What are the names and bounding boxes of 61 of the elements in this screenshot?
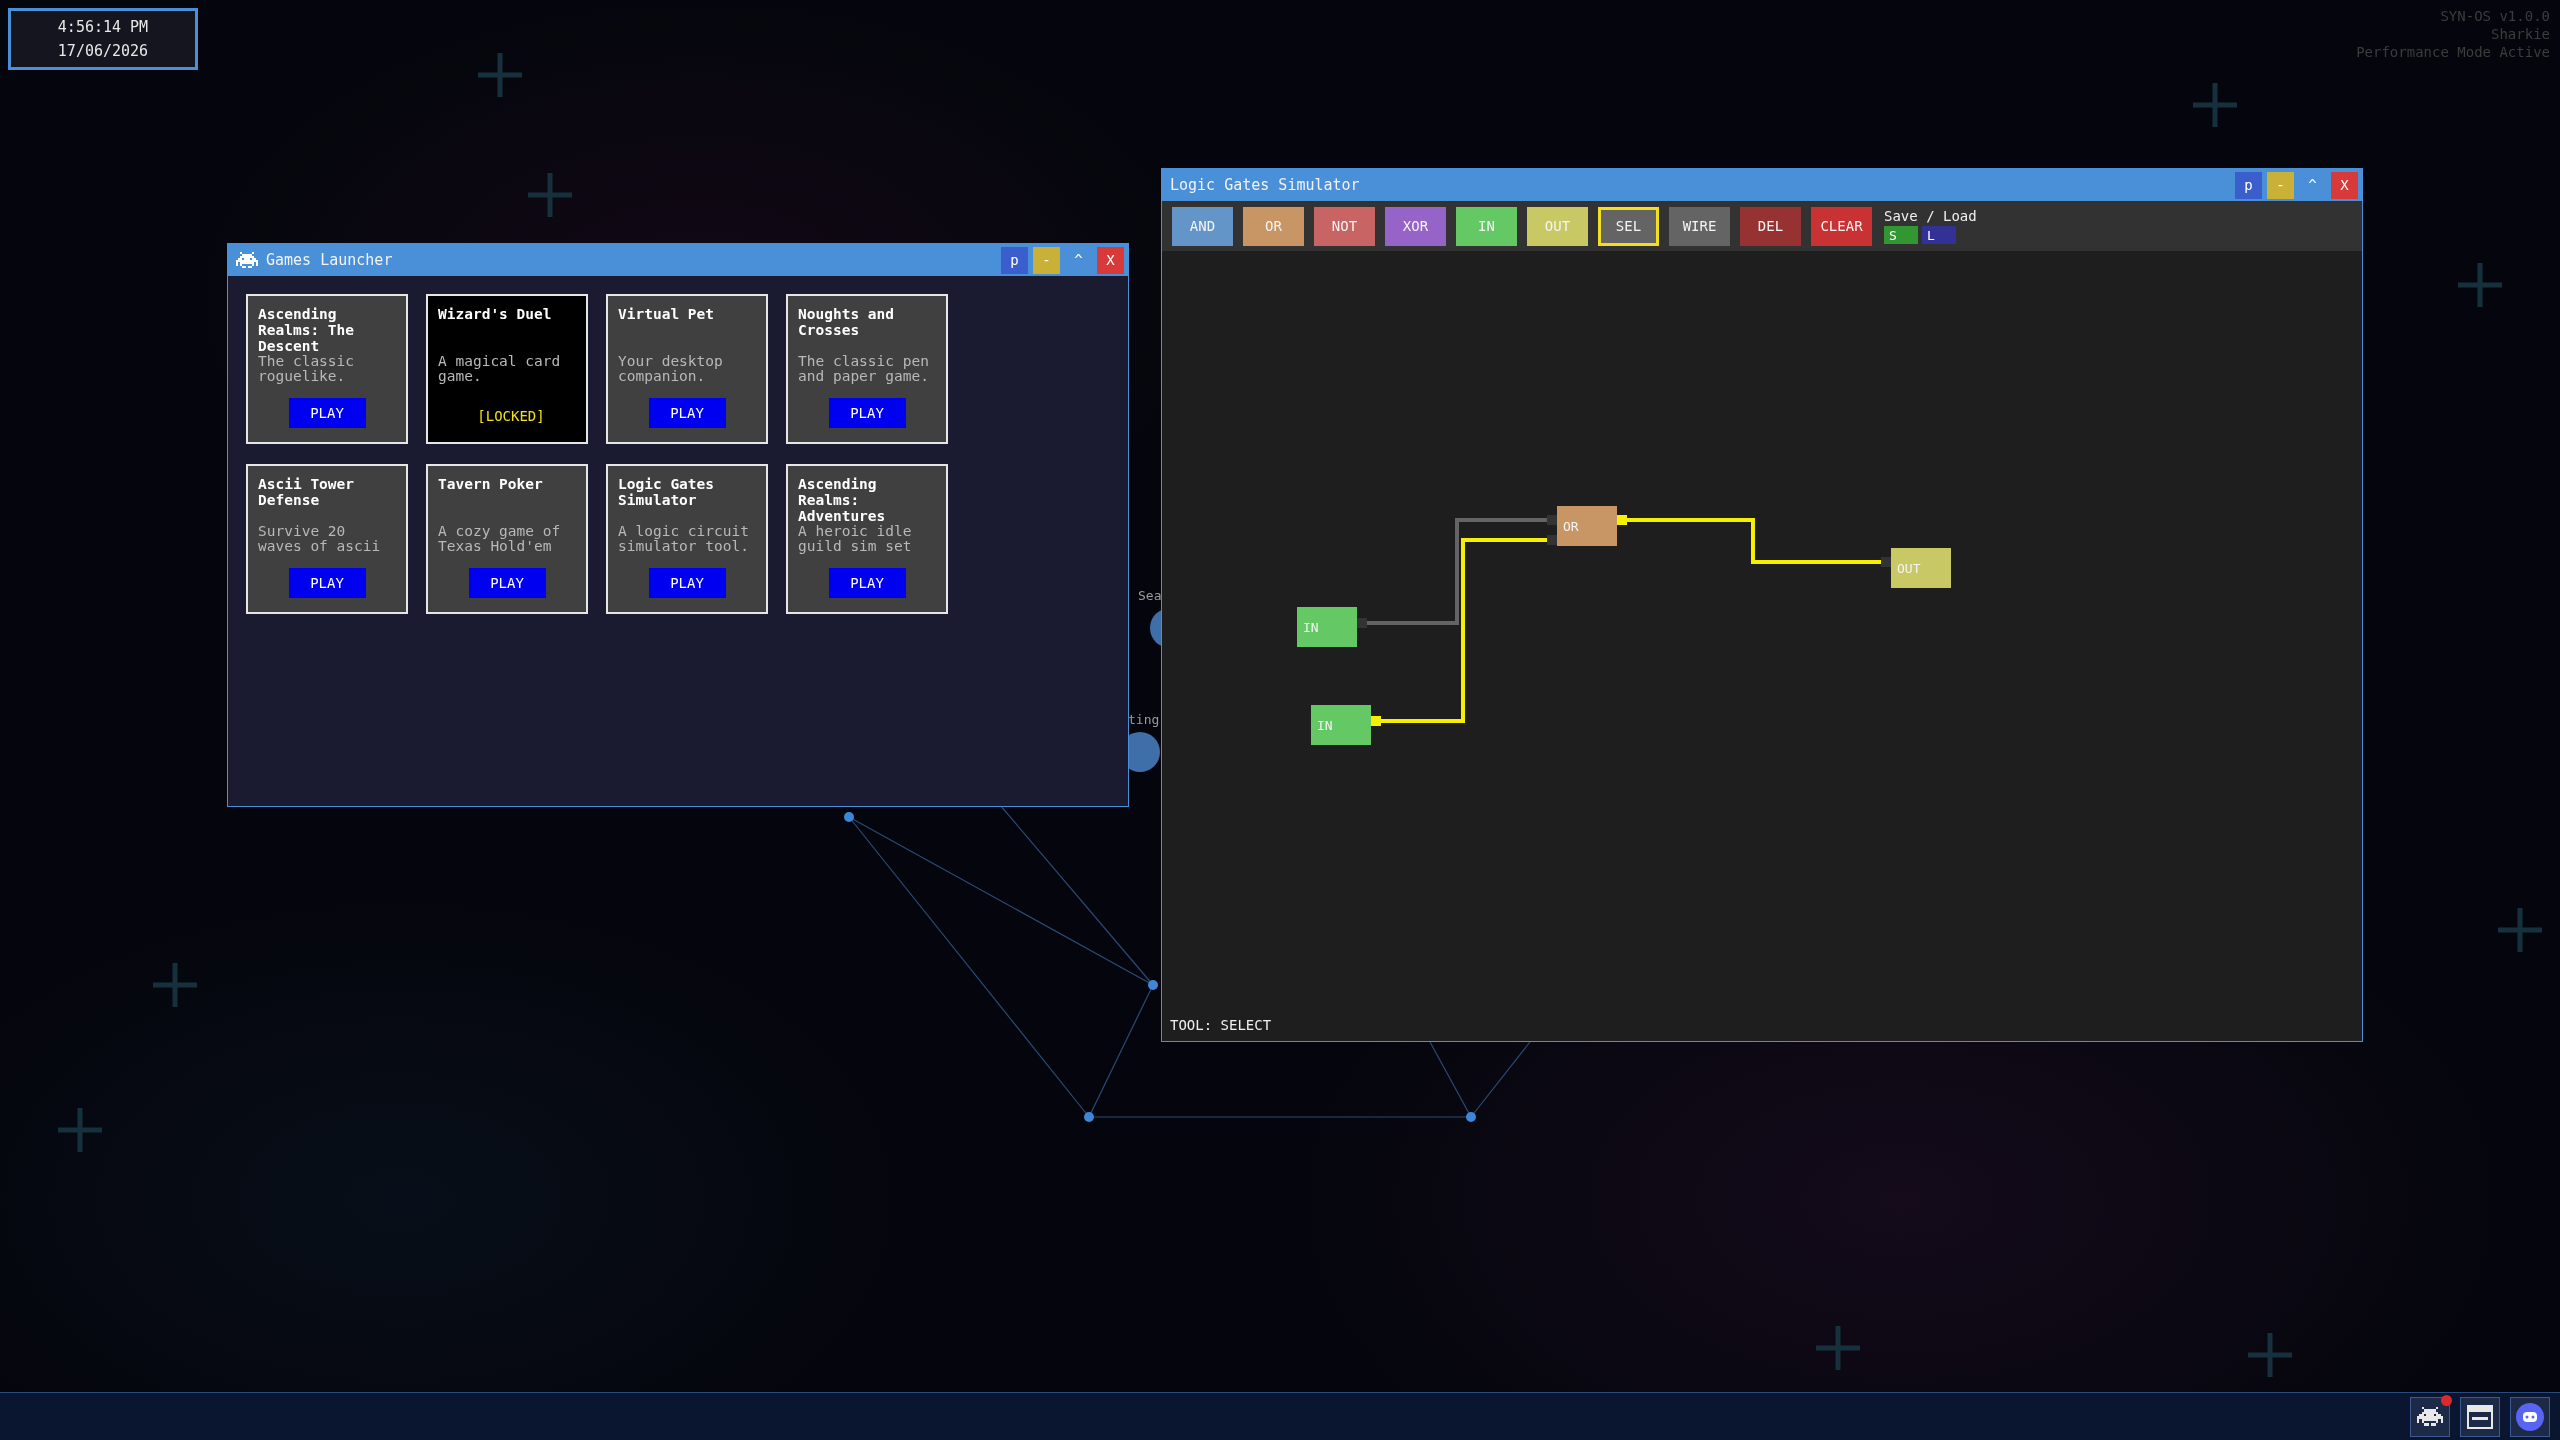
window-control-button[interactable]: X: [2331, 171, 2358, 199]
game-title: Logic Gates Simulator: [618, 476, 716, 510]
clock-time: 4:56:14 PM: [57, 18, 149, 36]
play-button[interactable]: PLAY: [288, 568, 366, 598]
window-control-button[interactable]: p: [1001, 246, 1028, 274]
locked-label: [LOCKED]: [477, 408, 545, 424]
desktop-icon-label[interactable]: Sea: [1138, 588, 1162, 603]
tool-button[interactable]: XOR: [1385, 206, 1446, 246]
tool-button[interactable]: OR: [1243, 206, 1304, 246]
tool-status: TOOL: SELECT: [1170, 1017, 1272, 1033]
game-title: Ascending Realms: Adventures: [798, 476, 887, 524]
input-pin[interactable]: [1547, 515, 1557, 525]
game-title: Ascii Tower Defense: [258, 476, 356, 510]
game-title: Noughts and Crosses: [798, 306, 896, 340]
save-load-label: Save / Load: [1884, 208, 1977, 224]
tool-button[interactable]: DEL: [1740, 206, 1801, 246]
tool-button[interactable]: SEL: [1598, 206, 1659, 246]
load-button[interactable]: L: [1922, 226, 1956, 244]
output-pin[interactable]: [1371, 716, 1381, 726]
notification-badge: [2441, 1394, 2452, 1406]
tool-button[interactable]: WIRE: [1669, 206, 1730, 246]
play-button[interactable]: PLAY: [828, 568, 906, 598]
chat-bubble-icon: [2515, 1401, 2545, 1432]
game-title: Wizard's Duel: [438, 306, 553, 324]
game-title: Ascending Realms: The Descent: [258, 306, 356, 354]
invader-icon: [2417, 1406, 2443, 1427]
play-button[interactable]: PLAY: [828, 398, 906, 428]
play-button[interactable]: PLAY: [288, 398, 366, 428]
game-description: A magical card game.: [438, 354, 562, 386]
input-pin[interactable]: [1881, 557, 1891, 567]
output-pin[interactable]: [1617, 515, 1627, 525]
desktop-icon-label[interactable]: ting: [1128, 712, 1160, 727]
game-description: A cozy game of Texas Hold'em: [438, 524, 562, 556]
window-title: Logic Gates Simulator: [1170, 176, 1361, 194]
input-pin[interactable]: [1547, 535, 1557, 545]
tool-button[interactable]: CLEAR: [1811, 206, 1872, 246]
taskbar-app-button[interactable]: [2510, 1396, 2550, 1437]
game-description: The classic pen and paper game.: [798, 354, 930, 386]
play-button[interactable]: PLAY: [648, 398, 726, 428]
clock-date: 17/06/2026: [57, 42, 149, 60]
window-control-button[interactable]: p: [2235, 171, 2262, 199]
game-description: A heroic idle guild sim set: [798, 524, 913, 556]
window-title: Games Launcher: [266, 251, 394, 269]
game-title: Virtual Pet: [618, 306, 716, 324]
window-control-button[interactable]: X: [1097, 246, 1124, 274]
tool-button[interactable]: NOT: [1314, 206, 1375, 246]
output-pin[interactable]: [1357, 618, 1367, 628]
invader-icon: [236, 251, 258, 269]
play-button[interactable]: PLAY: [468, 568, 546, 598]
game-description: A logic circuit simulator tool.: [618, 524, 750, 556]
window-icon: [2467, 1404, 2493, 1429]
gate-block[interactable]: OR: [1557, 506, 1617, 546]
taskbar-app-button[interactable]: [2460, 1396, 2500, 1437]
play-button[interactable]: PLAY: [648, 568, 726, 598]
game-description: Survive 20 waves of ascii: [258, 524, 382, 556]
game-title: Tavern Poker: [438, 476, 544, 494]
game-description: Your desktop companion.: [618, 354, 724, 386]
game-description: The classic roguelike.: [258, 354, 356, 386]
save-button[interactable]: S: [1884, 226, 1918, 244]
tool-button[interactable]: AND: [1172, 206, 1233, 246]
taskbar-app-button[interactable]: [2410, 1396, 2450, 1437]
